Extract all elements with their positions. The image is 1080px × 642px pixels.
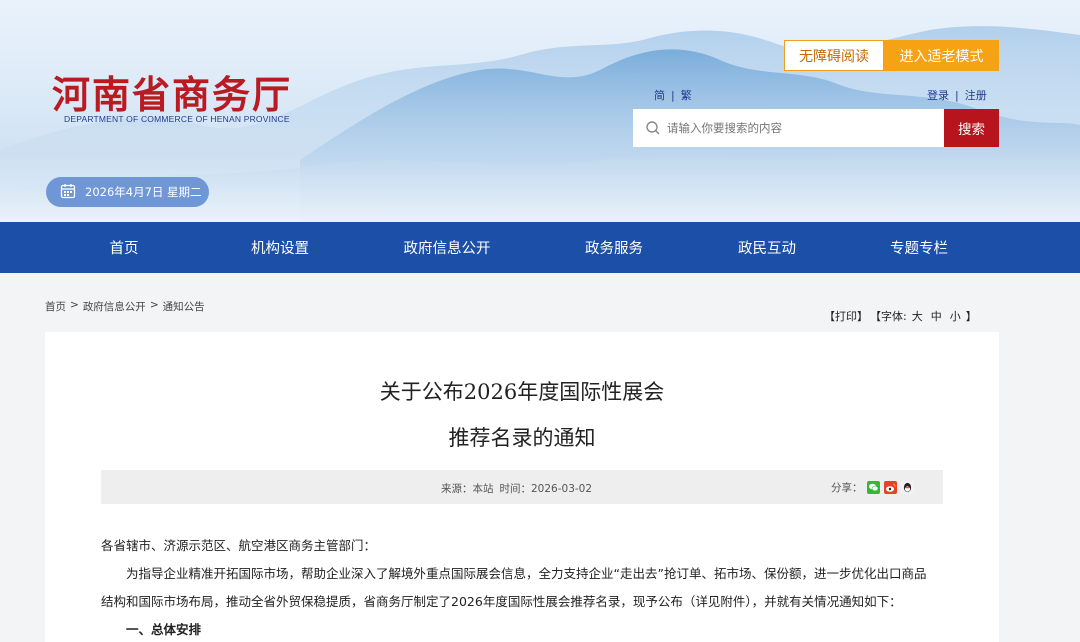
date-text: 2026年4月7日 星期二 [85, 185, 202, 199]
elder-mode-button[interactable]: 进入适老模式 [884, 40, 999, 71]
print-link[interactable]: 【打印】 [824, 308, 868, 324]
search-button[interactable]: 搜索 [944, 109, 999, 147]
calendar-icon [60, 183, 76, 202]
breadcrumb-gov-info[interactable]: 政府信息公开 [83, 299, 146, 314]
nav-home[interactable]: 首页 [84, 222, 164, 273]
breadcrumb-separator: > [70, 299, 79, 311]
article-section-heading: 一、总体安排 [126, 622, 202, 637]
article-meta-bar: 来源：本站 时间：2026-03-02 分享： [101, 470, 943, 504]
wechat-icon[interactable] [866, 481, 880, 494]
nav-special-topics[interactable]: 专题专栏 [869, 222, 969, 273]
weibo-icon[interactable] [883, 481, 897, 494]
article-salutation: 各省辖市、济源示范区、航空港区商务主管部门： [101, 538, 377, 553]
login-link[interactable]: 登录 [927, 87, 949, 103]
article-paragraph-line: 结构和国际市场布局，推动全省外贸保稳提质，省商务厅制定了2026年度国际性展会推… [101, 594, 902, 609]
main-navigation: 首页 机构设置 政府信息公开 政务服务 政民互动 专题专栏 [0, 222, 1080, 273]
nav-organization[interactable]: 机构设置 [230, 222, 330, 273]
user-links-separator: | [955, 88, 959, 102]
share-bar: 分享： [831, 480, 914, 495]
header-banner: 河南省商务厅 DEPARTMENT OF COMMERCE OF HENAN P… [0, 0, 1080, 222]
font-large-link[interactable]: 大 [912, 308, 923, 324]
qq-icon[interactable] [900, 481, 914, 494]
nav-gov-info[interactable]: 政府信息公开 [392, 222, 502, 273]
simplified-chinese-link[interactable]: 简 [654, 87, 665, 103]
search-box [633, 109, 944, 147]
site-logo-title[interactable]: 河南省商务厅 [52, 64, 292, 119]
breadcrumb: 首页 > 政府信息公开 > 通知公告 [45, 299, 205, 314]
article-body: 各省辖市、济源示范区、航空港区商务主管部门： 为指导企业精准开拓国际市场，帮助企… [101, 532, 951, 642]
article-title-line2: 推荐名录的通知 [448, 426, 596, 450]
search-input[interactable] [667, 121, 927, 135]
lang-separator: | [671, 88, 675, 102]
language-switch: 简 | 繁 [654, 87, 692, 103]
breadcrumb-separator: > [149, 299, 159, 311]
breadcrumb-home[interactable]: 首页 [45, 299, 66, 314]
nav-gov-services[interactable]: 政务服务 [564, 222, 664, 273]
register-link[interactable]: 注册 [965, 87, 987, 103]
font-size-label: 【字体: [870, 310, 907, 323]
font-medium-link[interactable]: 中 [931, 308, 942, 324]
article-paragraph-line: 为指导企业精准开拓国际市场，帮助企业深入了解境外重点国际展会信息，全力支持企业“… [126, 566, 927, 581]
traditional-chinese-link[interactable]: 繁 [681, 87, 692, 103]
user-links: 登录 | 注册 [927, 87, 987, 103]
font-size-close-bracket: 】 [965, 310, 977, 323]
article-source: 来源：本站 [441, 483, 494, 495]
share-label: 分享： [831, 482, 863, 494]
font-small-link[interactable]: 小 [950, 308, 961, 324]
site-logo-subtitle: DEPARTMENT OF COMMERCE OF HENAN PROVINCE [64, 114, 290, 124]
article-tools: 【打印】 【字体: 大 中 小 】 [824, 308, 977, 324]
accessible-reading-button[interactable]: 无障碍阅读 [784, 40, 884, 71]
nav-interaction[interactable]: 政民互动 [717, 222, 817, 273]
article-time: 时间：2026-03-02 [499, 483, 593, 495]
article-panel: 关于公布2026年度国际性展会 推荐名录的通知 来源：本站 时间：2026-03… [45, 332, 999, 642]
breadcrumb-notices[interactable]: 通知公告 [163, 299, 205, 314]
search-icon [645, 120, 661, 136]
date-display: 2026年4月7日 星期二 [46, 177, 209, 207]
article-title-line1: 关于公布2026年度国际性展会 [379, 380, 665, 404]
